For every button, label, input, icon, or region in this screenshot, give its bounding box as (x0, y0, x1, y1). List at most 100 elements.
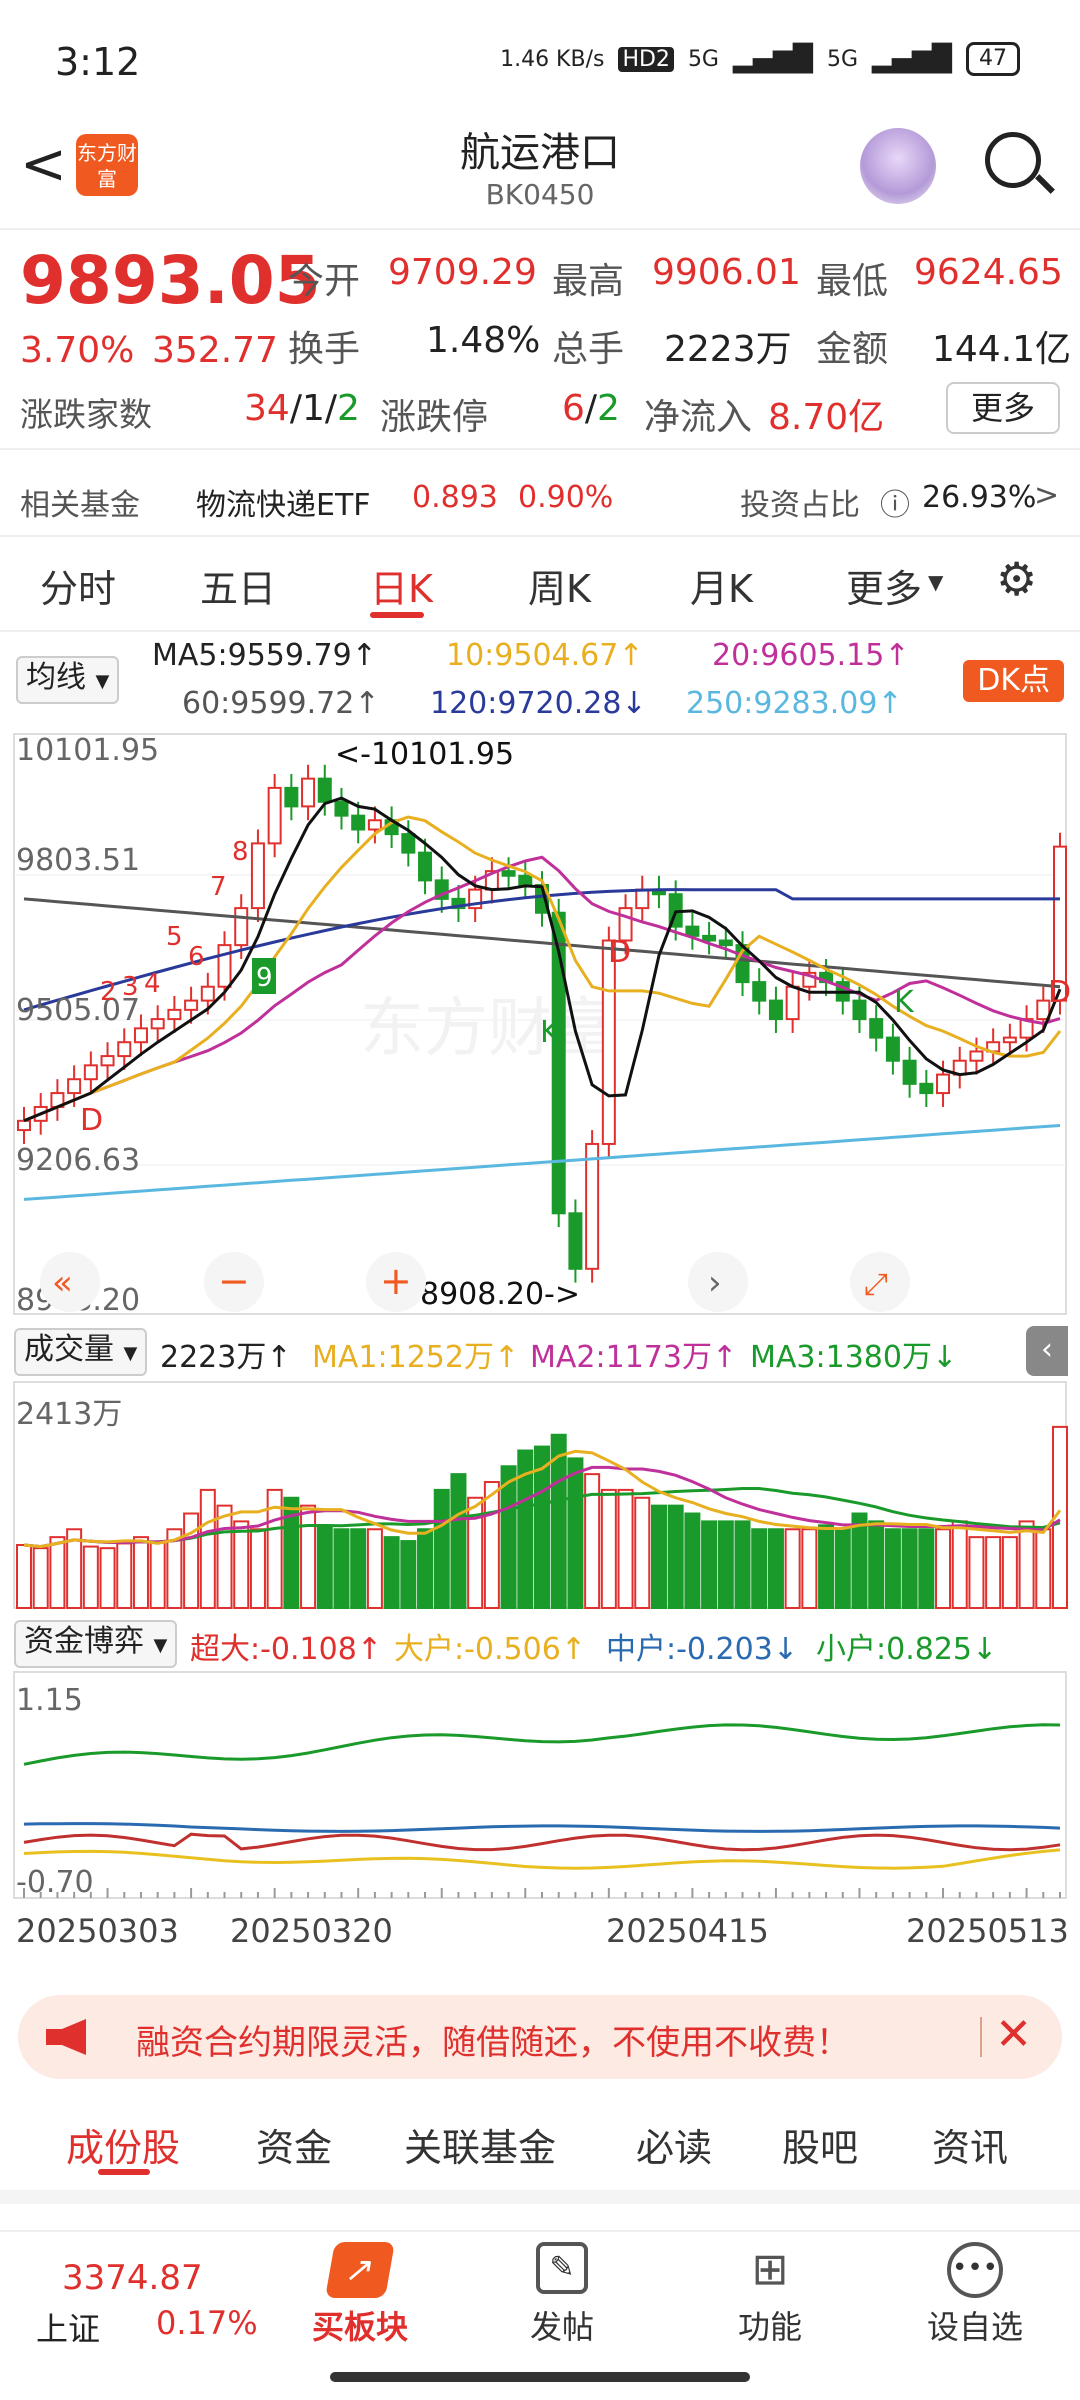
volume-bar (417, 1528, 434, 1609)
ma60-value: 60:9599.72↑ (182, 686, 380, 721)
candle (267, 786, 282, 845)
battery-icon: 47 (966, 42, 1020, 76)
open-label: 今开 (288, 261, 361, 302)
collapse-panel-button[interactable]: ‹ (1026, 1326, 1068, 1376)
date-label-4: 20250513 (906, 1912, 1069, 1950)
change-value: 352.77 (152, 330, 278, 371)
volume-current: 2223万↑ (160, 1340, 292, 1375)
edit-icon: ✎ (536, 2242, 588, 2294)
volume-y-label: 2413万 (16, 1397, 122, 1432)
high-label: 最高 (552, 261, 625, 302)
tab-constituents[interactable]: 成份股 (66, 2117, 180, 2172)
volume-bar (600, 1488, 617, 1609)
candle (234, 907, 249, 947)
volume-bar (834, 1528, 851, 1609)
candle (401, 833, 416, 854)
candle (351, 814, 366, 831)
tab-monthly-k[interactable]: 月K (690, 558, 753, 613)
max-note: <-10101.95 (335, 737, 514, 772)
ma20-value: 20:9605.15↑ (712, 638, 910, 673)
candle (685, 925, 700, 937)
volume-bar (1035, 1528, 1052, 1609)
volume-bar (784, 1528, 801, 1609)
y-label-4: 9206.63 (16, 1143, 140, 1178)
volume-bar (132, 1536, 149, 1610)
volume-bar (350, 1528, 367, 1609)
fund-price: 0.893 (412, 480, 498, 515)
buy-sector-icon: ↗ (325, 2242, 395, 2298)
capital-selector[interactable]: 资金博弈 ▼ (14, 1620, 178, 1668)
add-favorite-label: 设自选 (926, 2308, 1023, 2346)
expand-icon: ⤢ (864, 1267, 888, 1302)
super-value: 超大:-0.108↑ (190, 1632, 382, 1667)
kline-chart[interactable]: 东方财富 10101.95 9803.51 9505.07 9206.63 89… (0, 730, 1080, 1320)
help-icon[interactable]: ⓘ (880, 480, 910, 524)
candle (969, 1050, 984, 1062)
tab-five-day[interactable]: 五日 (200, 558, 276, 613)
volume-bar (650, 1504, 667, 1609)
tab-related-fund[interactable]: 关联基金 (404, 2117, 556, 2172)
close-icon[interactable]: ✕ (995, 2009, 1032, 2060)
ma5-value: MA5:9559.79↑ (152, 638, 377, 673)
marker-7: 7 (210, 872, 227, 902)
limit-label: 涨跌停 (380, 397, 489, 438)
capital-chart[interactable]: 1.15 -0.70 (0, 1670, 1080, 1900)
candle (67, 1078, 82, 1095)
function-button[interactable]: ⊞ 功能 (720, 2242, 820, 2348)
up-count: 34 (244, 388, 290, 429)
tab-more[interactable]: 更多 (846, 558, 922, 613)
limit-up: 6 (562, 388, 585, 429)
dk-point-button[interactable]: DK点 (963, 660, 1064, 702)
volume-bar (884, 1528, 901, 1609)
low-label: 最低 (816, 261, 889, 302)
candle (133, 1027, 148, 1044)
more-circle-icon: ••• (947, 2242, 1003, 2298)
assistant-robot-icon[interactable] (860, 128, 936, 204)
minus-icon: − (218, 1259, 250, 1303)
tab-intraday[interactable]: 分时 (40, 558, 116, 613)
small-value: 小户:0.825↓ (816, 1632, 998, 1667)
date-label-1: 20250303 (16, 1912, 179, 1950)
caret-down-icon: ▼ (153, 1635, 168, 1656)
marker-k1: K (540, 1015, 561, 1050)
ma-selector[interactable]: 均线 ▼ (16, 656, 120, 704)
tab-news[interactable]: 资讯 (932, 2117, 1008, 2172)
updown-label: 涨跌家数 (20, 395, 152, 434)
turnover-label: 换手 (288, 329, 361, 370)
tab-weekly-k[interactable]: 周K (528, 558, 591, 613)
capital-y-top: 1.15 (16, 1683, 83, 1718)
add-favorite-button[interactable]: ••• 设自选 (920, 2242, 1030, 2348)
status-icons: 1.46 KB/s HD2 5G ▂▄▆█ 5G ▂▄▆█ 47 (500, 42, 1020, 76)
amount-value: 144.1亿 (932, 329, 1072, 370)
volume-bar (32, 1547, 49, 1610)
ratio-label: 投资占比 (740, 488, 860, 523)
gear-icon[interactable]: ⚙ (996, 552, 1037, 606)
tab-must-read[interactable]: 必读 (636, 2117, 712, 2172)
volume-bar (1001, 1536, 1018, 1610)
marker-8: 8 (232, 837, 249, 867)
volume-bar (767, 1528, 784, 1609)
small-line (23, 1723, 1061, 1766)
related-fund-row[interactable]: 相关基金 物流快递ETF 0.893 0.90% 投资占比 ⓘ 26.93% > (0, 470, 1080, 530)
buy-sector-button[interactable]: ↗ 买板块 (300, 2242, 420, 2348)
volume-bar (366, 1528, 383, 1609)
volume-selector[interactable]: 成交量 ▼ (14, 1328, 148, 1376)
search-icon[interactable] (985, 132, 1041, 188)
volume-bar (667, 1504, 684, 1609)
more-button[interactable]: 更多 (946, 382, 1060, 434)
amount-label: 金额 (816, 329, 889, 370)
candle (936, 1073, 951, 1095)
header: < 东方财富 航运港口 BK0450 (0, 120, 1080, 230)
candle (301, 777, 316, 808)
index-value[interactable]: 3374.87 (62, 2258, 203, 2298)
tab-capital[interactable]: 资金 (256, 2117, 332, 2172)
change-pct: 3.70% (20, 330, 135, 371)
post-button[interactable]: ✎ 发帖 (512, 2242, 612, 2348)
tab-forum[interactable]: 股吧 (782, 2117, 858, 2172)
volume-bar (918, 1528, 935, 1609)
ma-legend: 均线 ▼ MA5:9559.79↑ 10:9504.67↑ 20:9605.15… (0, 630, 1080, 730)
promo-banner[interactable]: 融资合约期限灵活，随借随还，不使用不收费！ ✕ (18, 1995, 1062, 2079)
tab-daily-k[interactable]: 日K (370, 558, 433, 613)
marker-4: 4 (144, 969, 161, 999)
volume-chart[interactable]: 2413万 (0, 1380, 1080, 1610)
